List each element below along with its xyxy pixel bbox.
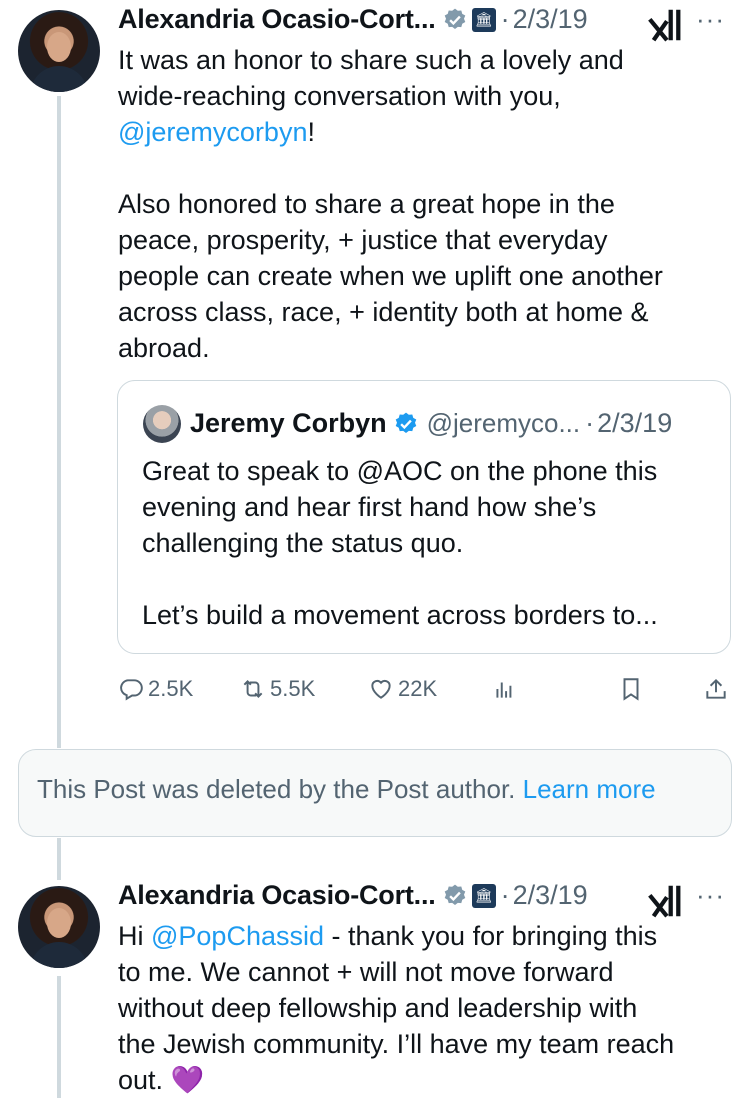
action-bar: 2.5K 5.5K 22K bbox=[118, 676, 730, 706]
quote-text: Great to speak to @AOC on the phone this… bbox=[142, 456, 658, 630]
quote-date: 2/3/19 bbox=[597, 408, 673, 438]
grok-icon[interactable] bbox=[646, 6, 684, 44]
verified-icon bbox=[444, 884, 465, 905]
post-text: It was an honor to share such a lovely a… bbox=[118, 45, 663, 363]
post-text: Hi @PopChassid - thank you for bringing … bbox=[118, 921, 675, 1095]
share-button[interactable] bbox=[703, 676, 733, 702]
bookmark-button[interactable] bbox=[618, 676, 648, 702]
views-button[interactable] bbox=[492, 676, 522, 702]
post-header: Alexandria Ocasio-Cort... 🏛 · 2/3/19 bbox=[118, 4, 588, 35]
deleted-post-notice: This Post was deleted by the Post author… bbox=[18, 749, 732, 837]
reply-button[interactable]: 2.5K bbox=[118, 676, 193, 702]
verified-icon bbox=[395, 412, 416, 433]
reply-icon bbox=[120, 679, 143, 701]
quote-author-name: Jeremy Corbyn bbox=[190, 408, 387, 438]
thread-line bbox=[57, 96, 61, 748]
views-icon bbox=[496, 682, 512, 698]
mention-link[interactable]: @PopChassid bbox=[151, 921, 324, 951]
like-button[interactable]: 22K bbox=[368, 676, 437, 702]
mention-link[interactable]: @jeremycorbyn bbox=[118, 117, 307, 147]
bookmark-icon bbox=[623, 678, 639, 701]
author-name[interactable]: Alexandria Ocasio-Cort... bbox=[118, 880, 436, 911]
deleted-notice-text: This Post was deleted by the Post author… bbox=[37, 774, 516, 804]
share-icon bbox=[706, 678, 726, 699]
government-badge-icon: 🏛 bbox=[471, 7, 496, 32]
repost-count: 5.5K bbox=[270, 676, 316, 701]
reply-count: 2.5K bbox=[148, 676, 194, 701]
verified-icon bbox=[444, 8, 465, 29]
like-icon bbox=[371, 679, 391, 699]
more-icon[interactable]: ··· bbox=[696, 4, 725, 35]
government-badge-icon: 🏛 bbox=[471, 883, 496, 908]
quote-header: Jeremy Corbyn @jeremyco... · 2/3/19 bbox=[190, 408, 673, 438]
avatar[interactable] bbox=[143, 405, 181, 443]
quote-handle: @jeremyco... bbox=[426, 408, 581, 438]
quoted-post[interactable]: Jeremy Corbyn @jeremyco... · 2/3/19 Grea… bbox=[117, 380, 731, 654]
post-header: Alexandria Ocasio-Cort... 🏛 · 2/3/19 bbox=[118, 880, 588, 911]
learn-more-link[interactable]: Learn more bbox=[523, 774, 656, 804]
post-date[interactable]: 2/3/19 bbox=[513, 4, 588, 35]
more-icon[interactable]: ··· bbox=[696, 880, 725, 911]
thread-line bbox=[57, 838, 61, 880]
thread-line bbox=[57, 976, 61, 1098]
post-date[interactable]: 2/3/19 bbox=[513, 880, 588, 911]
repost-button[interactable]: 5.5K bbox=[240, 676, 315, 702]
avatar[interactable] bbox=[18, 10, 100, 92]
author-name[interactable]: Alexandria Ocasio-Cort... bbox=[118, 4, 436, 35]
grok-icon[interactable] bbox=[646, 882, 684, 920]
like-count: 22K bbox=[398, 676, 438, 701]
repost-icon bbox=[243, 680, 263, 698]
avatar[interactable] bbox=[18, 886, 100, 968]
